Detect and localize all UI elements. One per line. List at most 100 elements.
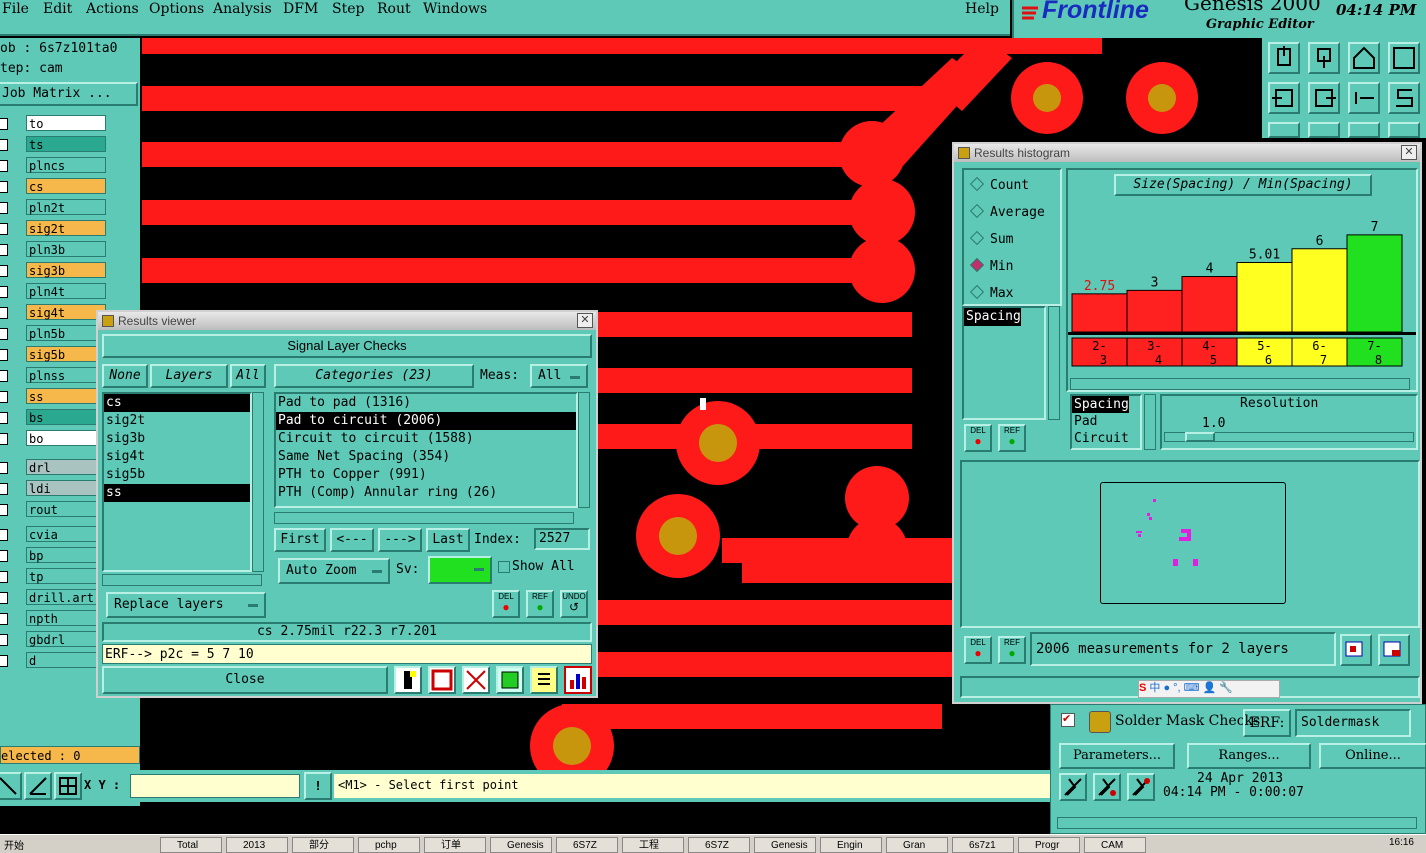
category-list-hscroll[interactable] [274,512,574,524]
job-matrix-button[interactable]: Job Matrix ... [0,82,138,106]
taskbar-item[interactable]: 6s7z1 [952,837,1014,853]
taskbar-item[interactable]: Genesis [754,837,816,853]
mode-radio[interactable]: Sum [969,230,1013,247]
layer-name[interactable]: cvia [26,526,106,542]
bar-icon[interactable] [394,666,422,694]
layer-result-item[interactable]: sig4t [104,448,250,466]
category-item[interactable]: Pad to circuit (2006) [276,412,576,430]
resolution-slider-handle[interactable] [1185,432,1215,442]
replace-layers-menu[interactable]: Replace layers [106,592,266,618]
category-item[interactable]: Pad to pad (1316) [276,394,576,412]
layer-checkbox[interactable] [0,550,8,562]
layer-name[interactable]: sig3b [26,262,106,278]
prev-button[interactable]: <--- [330,528,374,552]
histogram-bar[interactable] [1126,289,1183,333]
layer-result-item[interactable]: sig2t [104,412,250,430]
menu-rout[interactable]: Rout [377,1,411,17]
layer-name[interactable]: ts [26,136,106,152]
layer-name[interactable]: plnss [26,367,106,383]
layer-name[interactable]: tp [26,568,106,584]
layer-checkbox[interactable] [0,655,8,667]
layer-checkbox[interactable] [0,328,8,340]
taskbar-item[interactable]: 2013 [226,837,288,853]
taskbar-item[interactable]: CAM [1084,837,1146,853]
index-input[interactable]: 2527 [534,528,590,550]
xy-input[interactable] [130,774,300,798]
tool-icon-10[interactable] [1308,122,1340,138]
measure-list-scrollbar[interactable] [1048,306,1060,420]
mode-radio[interactable]: Average [969,203,1045,220]
erf-value[interactable]: Soldermask [1295,709,1411,737]
snap-icon[interactable] [24,772,52,800]
undo-icon[interactable]: UNDO ↺ [560,590,588,618]
ranges-button[interactable]: Ranges... [1187,743,1311,769]
taskbar-item[interactable]: 6S7Z [556,837,618,853]
type-list[interactable]: Spacing Pad Circuit [1070,394,1142,450]
run-icon[interactable] [1059,773,1087,801]
layer-list-hscroll[interactable] [102,574,262,586]
histogram-bar[interactable] [1236,261,1293,333]
layer-name[interactable]: plncs [26,157,106,173]
mode-radio[interactable]: Max [969,284,1013,301]
layer-name[interactable]: cs [26,178,106,194]
layer-checkbox[interactable] [0,412,8,424]
layer-checkbox[interactable] [0,370,8,382]
report-icon[interactable] [530,666,558,694]
reference-icon[interactable]: REF ● [998,424,1026,452]
histogram-titlebar[interactable]: Results histogram ✕ [954,144,1420,162]
layer-checkbox[interactable] [0,160,8,172]
layers-toggle-icon[interactable] [496,666,524,694]
show-all-checkbox[interactable] [498,561,510,573]
category-list[interactable]: Pad to pad (1316) Pad to circuit (2006) Ci… [274,392,578,508]
solder-hscroll[interactable] [1057,817,1417,829]
menu-help[interactable]: Help [965,1,999,17]
type-item[interactable]: Spacing [1072,396,1129,413]
measure-icon[interactable] [0,772,22,800]
layer-result-item[interactable]: sig3b [104,430,250,448]
layer-checkbox[interactable] [0,634,8,646]
sv-color-dropdown[interactable] [428,556,492,584]
delete-icon[interactable]: DEL ● [492,590,520,618]
layer-row[interactable]: to [0,114,140,134]
close-icon[interactable]: ✕ [1401,145,1417,160]
layer-checkbox[interactable] [0,265,8,277]
category-list-scrollbar[interactable] [578,392,590,508]
layer-name[interactable]: d [26,652,106,668]
all-button[interactable]: All [230,364,266,388]
layer-result-item[interactable]: ss [104,484,250,502]
layer-row[interactable]: sig2t [0,219,140,239]
layer-checkbox[interactable] [0,592,8,604]
layer-checkbox[interactable] [0,483,8,495]
board-preview[interactable] [1100,482,1286,604]
ime-toolbar[interactable]: S 中 ● °, ⌨ 👤 🔧 [1138,680,1280,698]
delete-icon[interactable]: DEL ● [964,424,992,452]
layer-row[interactable]: pln4t [0,282,140,302]
histogram-icon[interactable] [564,666,592,694]
layer-checkbox[interactable] [0,202,8,214]
layer-up-icon[interactable] [1268,42,1300,74]
menu-windows[interactable]: Windows [423,1,487,17]
layer-name[interactable]: pln5b [26,325,106,341]
category-item[interactable]: Circuit to circuit (1588) [276,430,576,448]
layer-row[interactable]: sig3b [0,261,140,281]
taskbar-item[interactable]: 工程 [622,837,684,853]
histogram-bar[interactable] [1346,234,1403,333]
layer-checkbox[interactable] [0,462,8,474]
category-item[interactable]: PTH to Copper (991) [276,466,576,484]
run-selected-icon[interactable] [1093,773,1121,801]
layer-down-icon[interactable] [1308,42,1340,74]
online-button[interactable]: Online... [1319,743,1426,769]
menu-dfm[interactable]: DFM [283,1,318,17]
none-button[interactable]: None [102,364,148,388]
layer-name[interactable]: pln4t [26,283,106,299]
layer-row[interactable]: plncs [0,156,140,176]
taskbar-item[interactable]: 部分 [292,837,354,853]
layer-name[interactable]: sig5b [26,346,106,362]
layer-name[interactable]: to [26,115,106,131]
meas-dropdown[interactable]: All [530,364,588,388]
mode-radio[interactable]: Min [969,257,1013,274]
run-all-icon[interactable] [1127,773,1155,801]
reference-icon[interactable]: REF ● [526,590,554,618]
layer-name[interactable]: gbdrl [26,631,106,647]
layer-checkbox[interactable] [0,139,8,151]
